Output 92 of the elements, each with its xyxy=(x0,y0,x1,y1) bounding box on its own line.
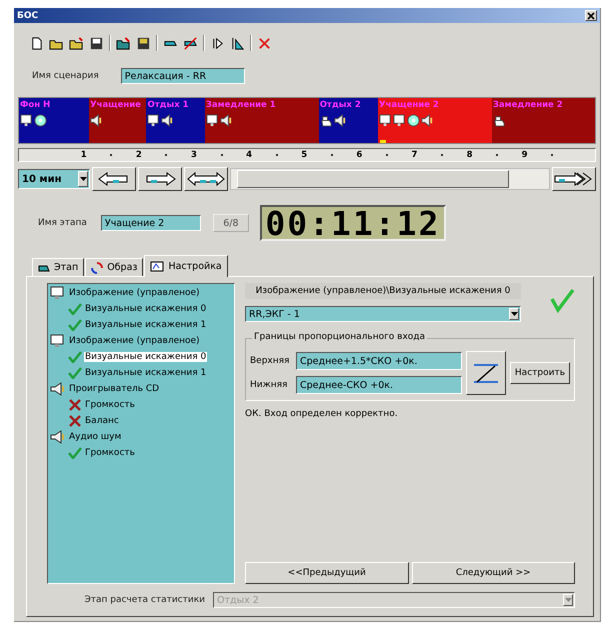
scenario-field[interactable]: Релаксация - RR xyxy=(120,68,245,84)
tree-item[interactable]: Громкость xyxy=(84,400,136,410)
save-icon[interactable] xyxy=(89,36,104,50)
speaker-icon xyxy=(421,114,434,127)
ruler-number: 9 xyxy=(522,150,528,160)
stage-name: Замедление 1 xyxy=(206,100,277,110)
stage-counter: 6/8 xyxy=(212,214,249,232)
tab[interactable]: Настройка xyxy=(144,255,228,277)
stage-name: Учащение xyxy=(90,100,142,110)
both-ways-button[interactable] xyxy=(184,167,228,191)
step-icon[interactable] xyxy=(230,36,245,50)
monitor-icon xyxy=(206,114,219,127)
disc-icon xyxy=(34,114,47,127)
disc-icon xyxy=(407,114,420,127)
close-button[interactable] xyxy=(585,10,597,21)
ruler-number: 8 xyxy=(466,150,472,160)
delete-icon[interactable] xyxy=(257,36,272,50)
ruler-number: 4 xyxy=(246,150,252,160)
selected-path: Изображение (управленое)\Визуальные искажения 0 xyxy=(245,283,521,299)
speaker-icon xyxy=(50,382,66,396)
tree-item[interactable]: Аудио шум xyxy=(68,432,122,442)
stage-name: Учащение 2 xyxy=(379,100,440,110)
scenario-label: Имя сценария xyxy=(32,71,99,81)
previous-button[interactable]: <<Предыдущий xyxy=(245,562,408,584)
ruler-number: 5 xyxy=(301,150,308,160)
stage-name: Отдых 2 xyxy=(320,100,362,110)
upper-label: Верхняя xyxy=(250,356,290,366)
ruler-number: 1 xyxy=(80,150,87,160)
shift-right-button[interactable] xyxy=(138,167,182,191)
timeline-scrollbar[interactable] xyxy=(230,168,550,190)
ruler-number: 6 xyxy=(356,150,362,160)
tree-item[interactable]: Изображение (управленое) xyxy=(68,336,201,346)
stage-name: Замедление 2 xyxy=(492,100,564,110)
cassette-icon xyxy=(38,262,50,272)
duration-dropdown[interactable]: 10 мин xyxy=(18,169,90,189)
monitor-icon xyxy=(393,114,406,127)
next-button[interactable]: Следующий >> xyxy=(412,562,575,584)
graph-button[interactable] xyxy=(466,351,506,395)
timer-display: 00:11:12 xyxy=(260,205,446,241)
monitor-icon xyxy=(150,260,164,272)
speaker-icon xyxy=(161,114,174,127)
current-stage-marker xyxy=(380,140,386,143)
speaker-icon xyxy=(50,430,66,444)
stage-name: Фон Н xyxy=(20,100,52,110)
refresh-icon xyxy=(91,262,104,274)
shift-left-button[interactable] xyxy=(92,167,136,191)
tree-item[interactable]: Визуальные искажения 1 xyxy=(84,320,208,330)
group-title: Границы пропорционального входа xyxy=(252,332,428,342)
stage-block[interactable]: Отдых 1 xyxy=(146,98,205,143)
signal-dropdown[interactable]: RR,ЭКГ - 1 xyxy=(245,306,521,322)
statistics-label: Этап расчета статистики xyxy=(84,595,205,605)
double-arrow-icon xyxy=(186,171,226,187)
save-icon[interactable] xyxy=(136,36,151,50)
lower-label: Нижняя xyxy=(250,380,288,390)
monitor-icon xyxy=(50,286,66,300)
folder-icon[interactable] xyxy=(116,36,131,50)
tree-item[interactable]: Изображение (управленое) xyxy=(68,288,201,298)
tree-item[interactable]: Громкость xyxy=(84,448,136,458)
monitor-icon xyxy=(147,114,160,127)
speaker-icon xyxy=(334,114,347,127)
upper-bound-field[interactable]: Среднее+1.5*СКО +0к. xyxy=(296,352,462,370)
stage-block[interactable]: Фон Н xyxy=(19,98,90,143)
dropdown-arrow-icon xyxy=(510,312,518,316)
tree-item[interactable]: Визуальные искажения 0 xyxy=(84,352,208,362)
open-folder-icon[interactable] xyxy=(69,36,84,50)
tab[interactable]: Этап xyxy=(32,258,84,276)
status-message: ОК. Вход определен корректно. xyxy=(245,409,399,419)
tree-item[interactable]: Визуальные искажения 0 xyxy=(84,304,208,314)
stage-block[interactable]: Отдых 2 xyxy=(318,98,378,143)
ruler-number: 2 xyxy=(136,150,142,160)
cassette-icon[interactable] xyxy=(183,36,198,50)
close-icon xyxy=(587,12,595,20)
lower-bound-field[interactable]: Среднее-СКО +0к. xyxy=(296,376,462,394)
monitor-icon xyxy=(379,114,392,127)
monitor-icon xyxy=(50,334,66,348)
tree-item[interactable]: Баланс xyxy=(84,416,120,426)
dropdown-arrow-icon xyxy=(80,177,86,181)
ruler-number: 3 xyxy=(191,150,197,160)
window-title: БОС xyxy=(17,10,38,20)
tab[interactable]: Образ xyxy=(85,258,144,276)
speaker-icon xyxy=(220,114,233,127)
stage-name-field[interactable]: Учащение 2 xyxy=(100,215,201,231)
configure-button[interactable]: Настроить xyxy=(510,362,570,384)
speaker-icon xyxy=(90,114,104,127)
monitor-icon xyxy=(20,114,33,127)
tree-item[interactable]: Визуальные искажения 1 xyxy=(84,368,208,378)
tree-item[interactable]: Проигрыватель CD xyxy=(68,384,160,394)
stage-name-label: Имя этапа xyxy=(38,218,87,228)
ruler-number: 7 xyxy=(411,150,418,160)
forward-button[interactable] xyxy=(552,167,596,191)
stage-name: Отдых 1 xyxy=(147,100,190,110)
dropdown-arrow-icon xyxy=(564,598,572,602)
